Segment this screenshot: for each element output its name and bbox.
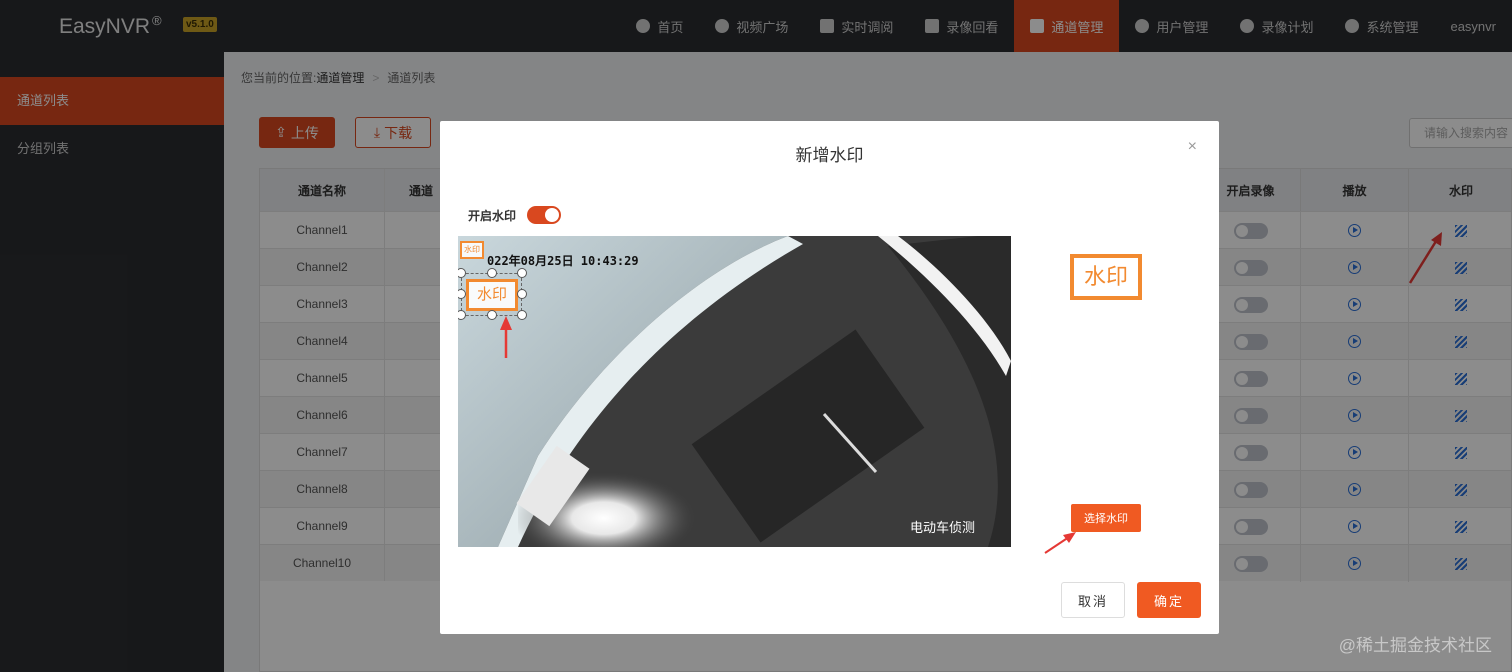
watermark-toggle-label: 开启水印	[468, 209, 517, 223]
watermark-overlay[interactable]: 水印	[466, 279, 518, 311]
confirm-button[interactable]: 确定	[1137, 582, 1201, 618]
watermark-small-mark[interactable]: 水印	[460, 241, 484, 259]
cancel-button[interactable]: 取消	[1061, 582, 1125, 618]
watermark-toggle[interactable]	[527, 206, 561, 224]
add-watermark-dialog: 新增水印 × 开启水印 022年08月25日 10:43:29 电动车侦测 水印…	[440, 121, 1219, 634]
resize-handle-e[interactable]	[517, 289, 527, 299]
annotation-arrow-watermark	[500, 316, 512, 358]
site-watermark-text: @稀土掘金技术社区	[1338, 636, 1492, 655]
camera-frame-image	[458, 236, 1011, 547]
video-timestamp: 022年08月25日 10:43:29	[487, 254, 639, 268]
video-caption: 电动车侦测	[910, 520, 976, 535]
dialog-title: 新增水印	[795, 146, 864, 165]
select-watermark-button[interactable]: 选择水印	[1071, 504, 1141, 532]
resize-handle-se[interactable]	[517, 310, 527, 320]
resize-handle-n[interactable]	[487, 268, 497, 278]
close-icon[interactable]: ×	[1188, 138, 1197, 156]
resize-handle-ne[interactable]	[517, 268, 527, 278]
video-preview[interactable]: 022年08月25日 10:43:29 电动车侦测 水印 水印	[458, 236, 1011, 547]
watermark-preview: 水印	[1070, 254, 1142, 300]
annotation-arrow-select	[1044, 532, 1076, 554]
